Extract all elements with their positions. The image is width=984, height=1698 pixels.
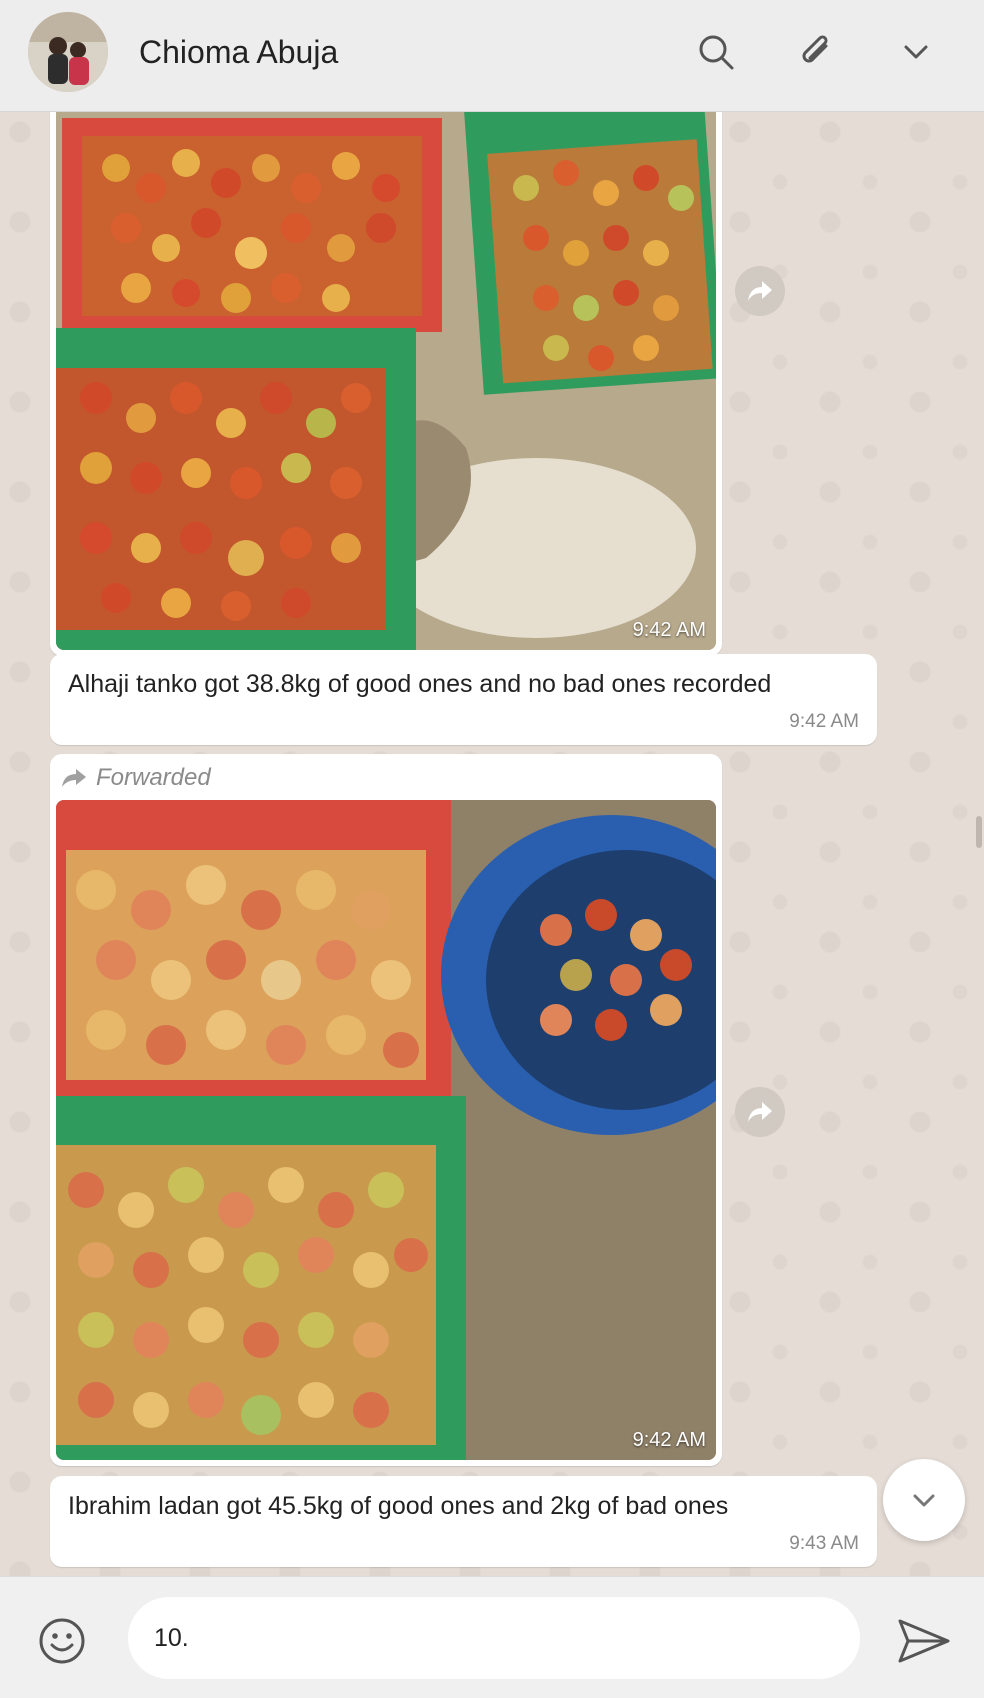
message-time: 9:43 AM xyxy=(789,1533,859,1554)
chat-header: Chioma Abuja xyxy=(0,0,984,112)
attach-button[interactable] xyxy=(792,28,840,76)
contact-avatar[interactable] xyxy=(28,12,108,92)
send-icon xyxy=(898,1619,950,1663)
smiley-icon xyxy=(39,1618,85,1664)
chat-area[interactable]: 9:42 AM Alhaji tanko got 38.8kg of good … xyxy=(0,112,984,1576)
menu-button[interactable] xyxy=(892,28,940,76)
image-message[interactable]: 9:42 AM xyxy=(50,112,722,656)
forward-button[interactable] xyxy=(735,1087,785,1137)
message-text: Alhaji tanko got 38.8kg of good ones and… xyxy=(68,670,772,698)
message-composer: 10. xyxy=(0,1576,984,1698)
message-time: 9:42 AM xyxy=(632,619,706,641)
message-time: 9:42 AM xyxy=(632,1429,706,1451)
tomato-crates-photo[interactable]: 9:42 AM xyxy=(56,112,716,650)
chevron-down-icon xyxy=(913,1494,935,1507)
scrollbar-thumb[interactable] xyxy=(976,816,982,848)
forward-button[interactable] xyxy=(735,266,785,316)
attach-icon xyxy=(802,35,828,63)
send-button[interactable] xyxy=(896,1615,952,1667)
message-input[interactable]: 10. xyxy=(128,1597,860,1679)
text-message[interactable]: Alhaji tanko got 38.8kg of good ones and… xyxy=(50,654,877,745)
forwarded-label: Forwarded xyxy=(96,764,211,791)
message-time: 9:42 AM xyxy=(789,711,859,732)
tomato-crates-basin-photo[interactable]: 9:42 AM xyxy=(56,800,716,1460)
chevron-down-icon xyxy=(904,45,928,59)
forwarded-image-message[interactable]: Forwarded 9:42 AM xyxy=(50,754,722,1466)
text-message[interactable]: Ibrahim ladan got 45.5kg of good ones an… xyxy=(50,1476,877,1567)
scroll-to-bottom-button[interactable] xyxy=(883,1459,965,1541)
search-icon xyxy=(699,35,734,70)
share-arrow-icon xyxy=(748,1102,772,1122)
share-arrow-icon xyxy=(748,281,772,301)
contact-name[interactable]: Chioma Abuja xyxy=(139,34,338,71)
forwarded-arrow-icon xyxy=(62,769,86,787)
search-button[interactable] xyxy=(692,28,740,76)
forwarded-indicator: Forwarded xyxy=(50,754,722,800)
message-text: Ibrahim ladan got 45.5kg of good ones an… xyxy=(68,1492,729,1520)
emoji-button[interactable] xyxy=(36,1615,88,1667)
